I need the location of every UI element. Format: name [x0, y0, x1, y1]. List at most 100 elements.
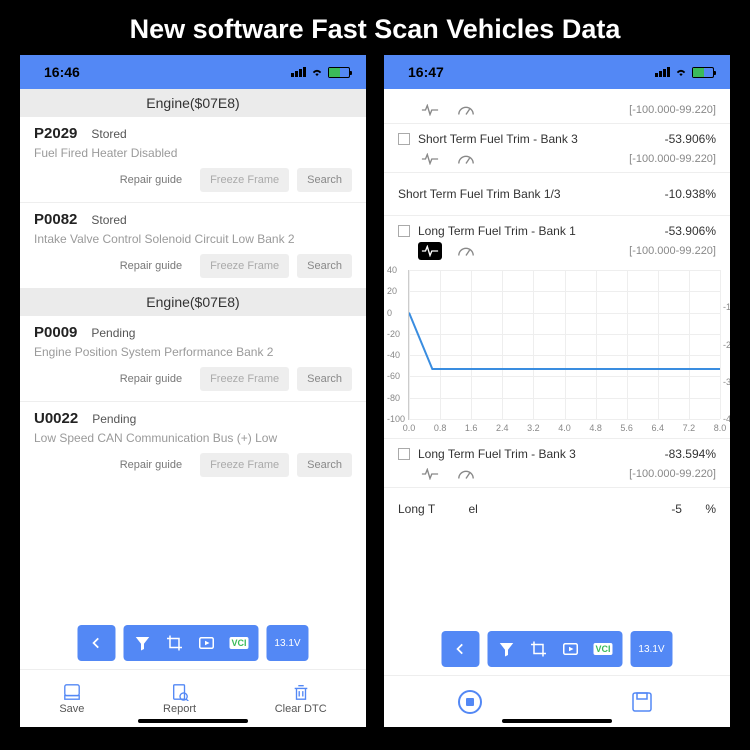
battery-icon — [692, 67, 714, 78]
freeze-frame-button[interactable]: Freeze Frame — [200, 453, 289, 477]
gauge-icon[interactable] — [454, 242, 478, 260]
trash-icon — [290, 683, 312, 701]
waveform-icon[interactable] — [418, 150, 442, 168]
dtc-item[interactable]: U0022 Pending Low Speed CAN Communication… — [20, 402, 366, 477]
section-header: Engine($07E8) — [20, 288, 366, 316]
data-row[interactable]: Short Term Fuel Trim - Bank 3 -53.906% [… — [384, 124, 730, 172]
dtc-description: Fuel Fired Heater Disabled — [34, 146, 352, 160]
data-row[interactable]: Long Term Fuel Trim - Bank 3 -83.594% [-… — [384, 439, 730, 487]
home-indicator — [502, 719, 612, 723]
param-name: Long T el — [398, 502, 663, 516]
clock: 16:46 — [44, 64, 80, 80]
data-row: [-100.000-99.220] — [384, 89, 730, 123]
page-title: New software Fast Scan Vehicles Data — [0, 0, 750, 55]
data-row[interactable]: Long Term Fuel Trim - Bank 1 -53.906% [-… — [384, 216, 730, 264]
clear-dtc-button[interactable]: Clear DTC — [275, 683, 327, 715]
checkbox[interactable] — [398, 448, 410, 460]
param-value: -10.938% — [665, 187, 716, 201]
freeze-frame-button[interactable]: Freeze Frame — [200, 254, 289, 278]
dtc-item[interactable]: P2029 Stored Fuel Fired Heater Disabled R… — [20, 117, 366, 192]
signal-icon — [291, 67, 306, 77]
waveform-icon[interactable] — [418, 465, 442, 483]
voltage-badge: 13.1V — [631, 631, 673, 667]
status-icons — [655, 67, 714, 78]
back-button[interactable] — [441, 631, 479, 667]
dtc-status: Stored — [91, 213, 126, 227]
param-name: Long Term Fuel Trim - Bank 1 — [418, 224, 657, 238]
param-name: Short Term Fuel Trim Bank 1/3 — [398, 187, 657, 201]
dtc-item[interactable]: P0009 Pending Engine Position System Perf… — [20, 316, 366, 391]
dtc-status: Pending — [91, 326, 135, 340]
status-icons — [291, 67, 350, 78]
save-icon — [61, 683, 83, 701]
crop-icon[interactable] — [529, 640, 547, 658]
play-icon[interactable] — [561, 640, 579, 658]
wifi-icon — [310, 67, 324, 77]
search-button[interactable]: Search — [297, 453, 352, 477]
signal-icon — [655, 67, 670, 77]
filter-icon[interactable] — [133, 634, 151, 652]
repair-guide-button[interactable]: Repair guide — [110, 254, 192, 278]
filter-icon[interactable] — [497, 640, 515, 658]
gauge-icon[interactable] — [454, 101, 478, 119]
checkbox[interactable] — [398, 225, 410, 237]
waveform-icon[interactable] — [418, 101, 442, 119]
crop-icon[interactable] — [165, 634, 183, 652]
play-icon[interactable] — [197, 634, 215, 652]
search-button[interactable]: Search — [297, 254, 352, 278]
save-button[interactable]: Save — [59, 683, 84, 715]
search-button[interactable]: Search — [297, 367, 352, 391]
repair-guide-button[interactable]: Repair guide — [110, 453, 192, 477]
param-value: -53.906% — [665, 224, 716, 238]
save-label: Save — [59, 703, 84, 715]
floating-toolbar: VCI 13.1V — [441, 631, 672, 667]
waveform-icon[interactable] — [418, 242, 442, 260]
section-header: Engine($07E8) — [20, 89, 366, 117]
clock: 16:47 — [408, 64, 444, 80]
dtc-description: Engine Position System Performance Bank … — [34, 345, 352, 359]
data-range: [-100.000-99.220] — [629, 468, 716, 480]
voltage-badge: 13.1V — [267, 625, 309, 661]
repair-guide-button[interactable]: Repair guide — [110, 168, 192, 192]
data-row[interactable]: Short Term Fuel Trim Bank 1/3 -10.938% — [384, 173, 730, 215]
save-data-button[interactable] — [630, 690, 656, 714]
param-name: Short Term Fuel Trim - Bank 3 — [418, 132, 657, 146]
report-button[interactable]: Report — [163, 683, 196, 715]
home-indicator — [138, 719, 248, 723]
toolbar-actions: VCI — [123, 625, 258, 661]
report-icon — [169, 683, 191, 701]
floating-toolbar: VCI 13.1V — [77, 625, 308, 661]
wifi-icon — [674, 67, 688, 77]
back-button[interactable] — [77, 625, 115, 661]
search-button[interactable]: Search — [297, 168, 352, 192]
dtc-item[interactable]: P0082Stored Intake Valve Control Solenoi… — [20, 203, 366, 278]
dtc-status: Pending — [92, 412, 136, 426]
status-bar: 16:46 — [20, 55, 366, 89]
gauge-icon[interactable] — [454, 150, 478, 168]
status-bar: 16:47 — [384, 55, 730, 89]
record-stop-button[interactable] — [458, 690, 482, 714]
report-label: Report — [163, 703, 196, 715]
dtc-code: P0082 — [34, 211, 77, 228]
data-row[interactable]: Long T el -5 % — [384, 488, 730, 520]
param-value: -5 % — [671, 502, 716, 516]
dtc-code: P0009 — [34, 324, 77, 341]
dtc-code: P2029 — [34, 125, 77, 142]
gauge-icon[interactable] — [454, 465, 478, 483]
repair-guide-button[interactable]: Repair guide — [110, 367, 192, 391]
phone-left: 16:46 Engine($07E8) P2029 Stored Fuel Fir… — [20, 55, 366, 727]
freeze-frame-button[interactable]: Freeze Frame — [200, 367, 289, 391]
dtc-code: U0022 — [34, 410, 78, 427]
dtc-list: Engine($07E8) P2029 Stored Fuel Fired Hea… — [20, 89, 366, 669]
vcl-badge: VCI — [593, 643, 612, 655]
phone-right: 16:47 [-100.000-99.220] Short Term Fuel … — [384, 55, 730, 727]
bottom-nav: Save Report Clear DTC — [20, 669, 366, 727]
freeze-frame-button[interactable]: Freeze Frame — [200, 168, 289, 192]
checkbox[interactable] — [398, 133, 410, 145]
param-value: -83.594% — [665, 447, 716, 461]
live-chart: 40200-20-40-60-80-1000-10-20-30-400.00.8… — [408, 270, 720, 420]
dtc-status: Stored — [91, 127, 126, 141]
live-data-list: [-100.000-99.220] Short Term Fuel Trim -… — [384, 89, 730, 675]
dtc-description: Low Speed CAN Communication Bus (+) Low — [34, 431, 352, 445]
clear-label: Clear DTC — [275, 703, 327, 715]
